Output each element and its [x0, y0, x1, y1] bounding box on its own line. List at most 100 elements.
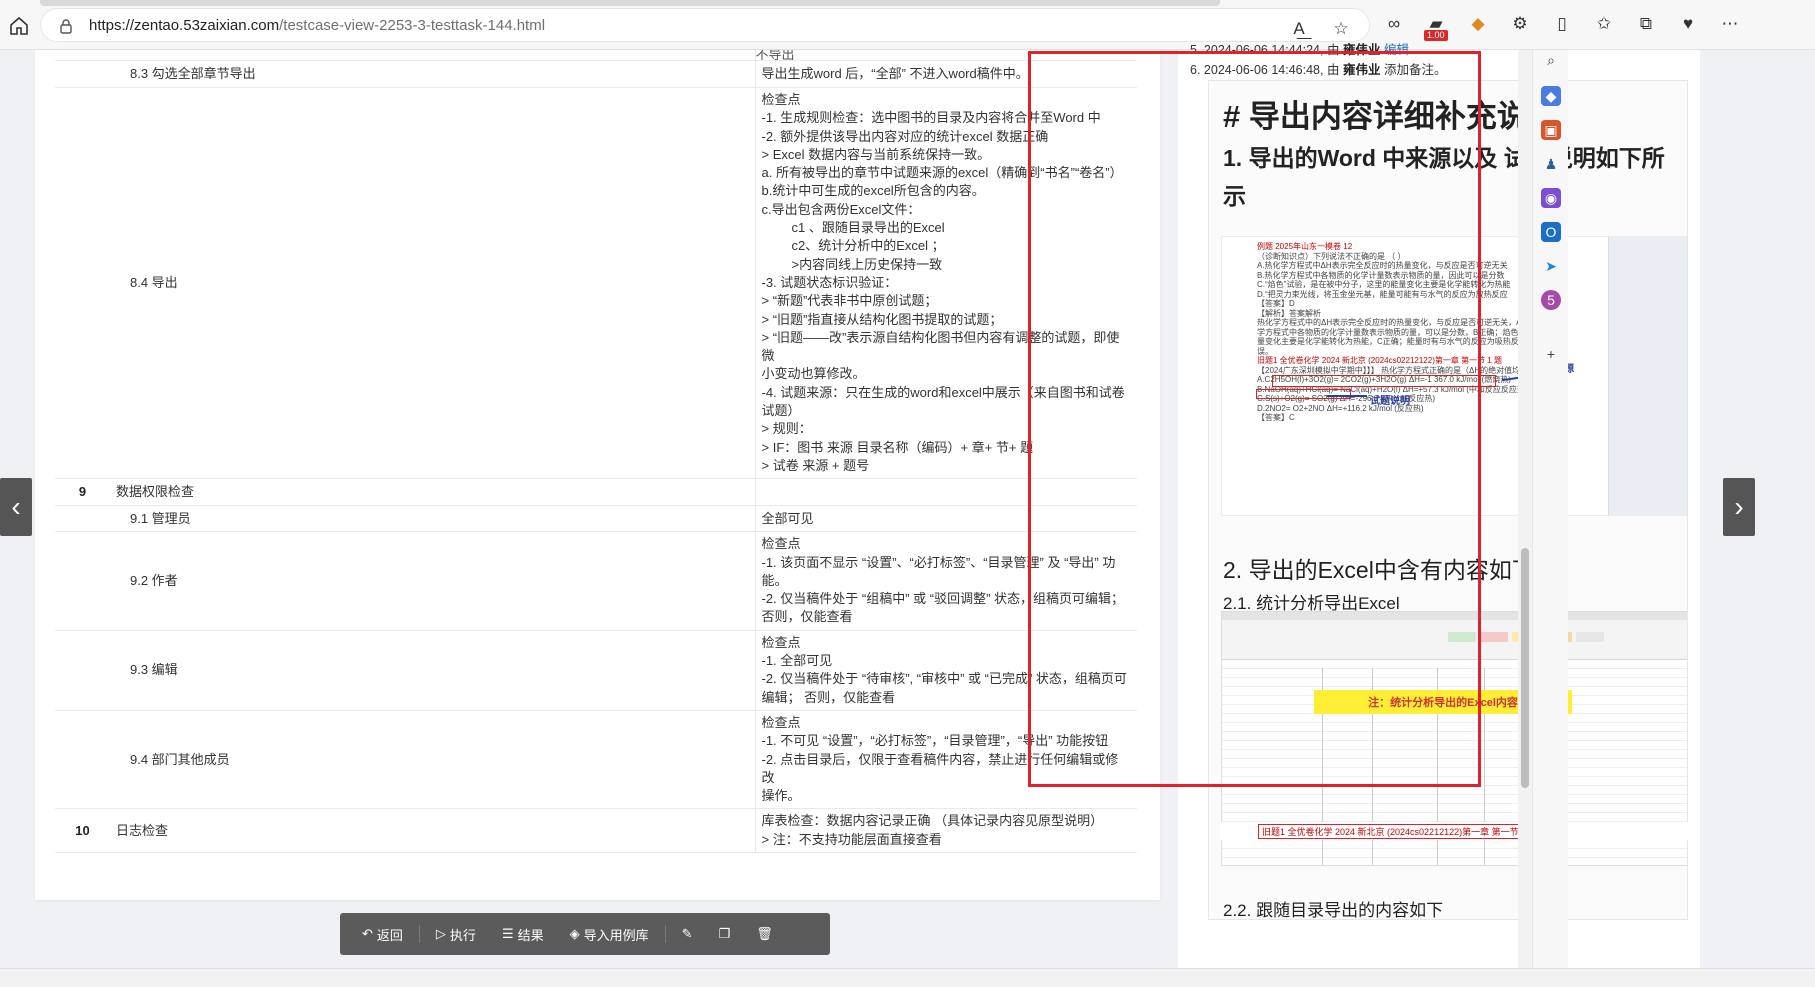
- add-icon[interactable]: +: [1541, 344, 1561, 364]
- edit-icon: ✎: [681, 926, 693, 941]
- expected-line: > “旧题——改”表示源自结构化图书但内容有调整的试题，即使微: [761, 329, 1120, 364]
- home-icon[interactable]: [8, 15, 30, 37]
- shield-extension-icon[interactable]: ◆: [1464, 10, 1492, 38]
- history-action-link[interactable]: 编辑: [1384, 43, 1409, 57]
- extension-badge-icon[interactable]: ▰ 1.00: [1422, 10, 1450, 41]
- step-desc: 9.1 管理员: [130, 510, 191, 526]
- table-row: 9 数据权限检查: [55, 478, 1137, 507]
- trash-icon: 🗑: [756, 926, 773, 941]
- expected-line: -2. 仅当稿件处于 “待审核”, “审核中” 或 “已完成” 状态，组稿页可: [761, 671, 1127, 687]
- puzzle-extensions-icon[interactable]: ⚙: [1506, 10, 1534, 38]
- performance-icon[interactable]: ♥: [1674, 10, 1702, 38]
- import-lib-button[interactable]: ◈ 导入用例库: [560, 920, 659, 949]
- favorites-icon[interactable]: ✩: [1590, 10, 1618, 38]
- tag-icon[interactable]: ◆: [1541, 86, 1561, 106]
- history-item: 6. 2024-06-06 14:46:48, 由 雍伟业 添加备注。: [1190, 59, 1446, 78]
- toolbox-icon[interactable]: ▣: [1541, 120, 1561, 140]
- step-desc: 9.3 编辑: [130, 662, 178, 678]
- toolbar-divider: [418, 925, 420, 943]
- expected-line: 否则，仅能查看: [761, 609, 853, 625]
- expected-line: >内容同线上历史保持一致: [791, 256, 943, 272]
- history-time: 2024-06-06 14:46:48,: [1203, 63, 1324, 77]
- run-label: 执行: [449, 927, 476, 943]
- expected-line: 检查点: [761, 634, 801, 650]
- table-row: 8.3 勾选全部章节导出 导出生成word 后，“全部” 不进入word稿件中。: [55, 60, 1137, 88]
- expected-text: 导出生成word 后，“全部” 不进入word稿件中。: [761, 65, 1029, 81]
- expected-line: -1. 该页面不显示 “设置”、“必打标签”、“目录管理” 及 “导出” 功: [761, 554, 1116, 570]
- history-by: 由: [1326, 43, 1340, 57]
- excel-titlebar: [1222, 612, 1687, 620]
- undo-arrow-icon: ↶: [362, 926, 373, 941]
- excel-style-check: [1576, 632, 1604, 642]
- step-desc: 数据权限检查: [116, 484, 195, 500]
- expected-line: -4. 试题来源：只在生成的word和excel中展示（来自图书和试卷: [761, 384, 1125, 400]
- url-path: /testcase-view-2253-3-testtask-144.html: [279, 17, 546, 34]
- expected-line: 检查点: [761, 714, 801, 730]
- search-icon[interactable]: ⌕: [1541, 50, 1561, 70]
- url-host: https://zentao.53zaixian.com: [89, 17, 280, 34]
- step-desc: 8.4 导出: [130, 274, 178, 290]
- infinity-extension-icon[interactable]: ∞: [1380, 10, 1408, 38]
- send-icon[interactable]: ➤: [1541, 256, 1561, 276]
- history-user: 雍伟业: [1342, 43, 1381, 57]
- expected-line: > “新题”代表非书中原创试题；: [761, 293, 938, 309]
- toc-preview-strip: 旧题1 全优卷化学 2024 新北京 (2024cs02212122)第一章 第…: [1220, 822, 1688, 840]
- games-icon[interactable]: ♟: [1541, 154, 1561, 174]
- expected-line: c.导出包含两份Excel文件：: [761, 201, 921, 217]
- desc-highlight-box: [1256, 389, 1351, 399]
- expected-line: -1. 生成规则检查：选中图书的目录及内容将合并至Word 中: [761, 110, 1101, 126]
- url-text[interactable]: https://zentao.53zaixian.com/testcase-vi…: [89, 17, 545, 34]
- more-menu-icon[interactable]: ⋯: [1716, 10, 1744, 38]
- back-label: 返回: [376, 927, 403, 943]
- expected-line: c1 、跟随目录导出的Excel: [791, 220, 945, 236]
- excel-style-good: [1448, 632, 1476, 642]
- word-side-panel: [1608, 237, 1687, 515]
- expected-line: -2. 额外提供该导出内容对应的统计excel 数据正确: [761, 128, 1049, 144]
- expected-line: c2、统计分析中的Excel ；: [791, 238, 945, 254]
- next-case-button[interactable]: ›: [1723, 478, 1755, 536]
- history-item: 5. 2024-06-06 14:44:24, 由 雍伟业 编辑: [1190, 39, 1409, 58]
- expected-block: 检查点 -1. 生成规则检查：选中图书的目录及内容将合并至Word 中 -2. 额外…: [754, 87, 1137, 480]
- back-button[interactable]: ↶ 返回: [352, 920, 413, 949]
- copilot-icon[interactable]: ◉: [1541, 188, 1561, 208]
- collections-icon[interactable]: ⧉: [1632, 10, 1660, 38]
- steps-table: 不导出 8.3 勾选全部章节导出 导出生成word 后，“全部” 不进入word…: [55, 50, 1137, 853]
- table-row: 10 日志检查 库表检查：数据内容记录正确 （具体记录内容见原型说明） > 注：不…: [55, 808, 1137, 853]
- table-row: 不导出: [55, 50, 1137, 61]
- expected-line: 检查点: [761, 536, 801, 552]
- expected-line: > 试卷 来源 + 题号: [761, 457, 870, 473]
- result-button[interactable]: ☰ 结果: [492, 920, 554, 949]
- expected-line: 编辑； 否则，仅能查看: [761, 689, 896, 705]
- diamond-icon: ◈: [569, 926, 580, 941]
- source-highlight-box: [1272, 375, 1496, 387]
- step-desc: 9.4 部门其他成员: [130, 751, 230, 767]
- prev-case-button[interactable]: ‹: [0, 478, 32, 536]
- copy-icon: ❐: [718, 926, 731, 941]
- extension-badge-count: 1.00: [1424, 30, 1448, 41]
- step-number: 10: [55, 808, 110, 853]
- address-bar[interactable]: https://zentao.53zaixian.com/testcase-vi…: [40, 8, 1370, 42]
- delete-button[interactable]: 🗑: [746, 921, 783, 947]
- history-by: 由: [1326, 63, 1340, 77]
- chevron-left-icon: ‹: [11, 491, 21, 522]
- testcase-steps-panel: 不导出 8.3 勾选全部章节导出 导出生成word 后，“全部” 不进入word…: [35, 50, 1160, 900]
- outlook-icon[interactable]: O: [1541, 222, 1561, 242]
- profile-circle-icon[interactable]: 5: [1541, 290, 1561, 310]
- browser-bottom-strip: [0, 968, 1815, 987]
- edit-button[interactable]: ✎: [672, 921, 703, 947]
- note-heading-excel: 2. 导出的Excel中含有内容如下: [1223, 557, 1535, 583]
- scrollbar-thumb[interactable]: [1521, 548, 1529, 788]
- history-panel: 5. 2024-06-06 14:44:24, 由 雍伟业 编辑 6. 2024…: [1178, 43, 1700, 987]
- copy-button[interactable]: ❐: [709, 921, 741, 947]
- expected-line: 试题）: [761, 403, 801, 419]
- scrollbar-track[interactable]: [1518, 50, 1532, 987]
- run-button[interactable]: ▷ 执行: [426, 920, 486, 949]
- expected-line: > 规则：: [761, 421, 812, 437]
- lock-icon[interactable]: [59, 18, 73, 34]
- history-index: 5.: [1190, 43, 1201, 57]
- excel-style-bad: [1480, 632, 1508, 642]
- split-screen-icon[interactable]: ▯: [1548, 10, 1576, 38]
- step-desc: 日志检查: [116, 822, 169, 838]
- table-row: 9.2 作者 检查点 -1. 该页面不显示 “设置”、“必打标签”、“目录管理” …: [55, 531, 1137, 631]
- note-heading-1: # 导出内容详细补充说明: [1223, 99, 1559, 134]
